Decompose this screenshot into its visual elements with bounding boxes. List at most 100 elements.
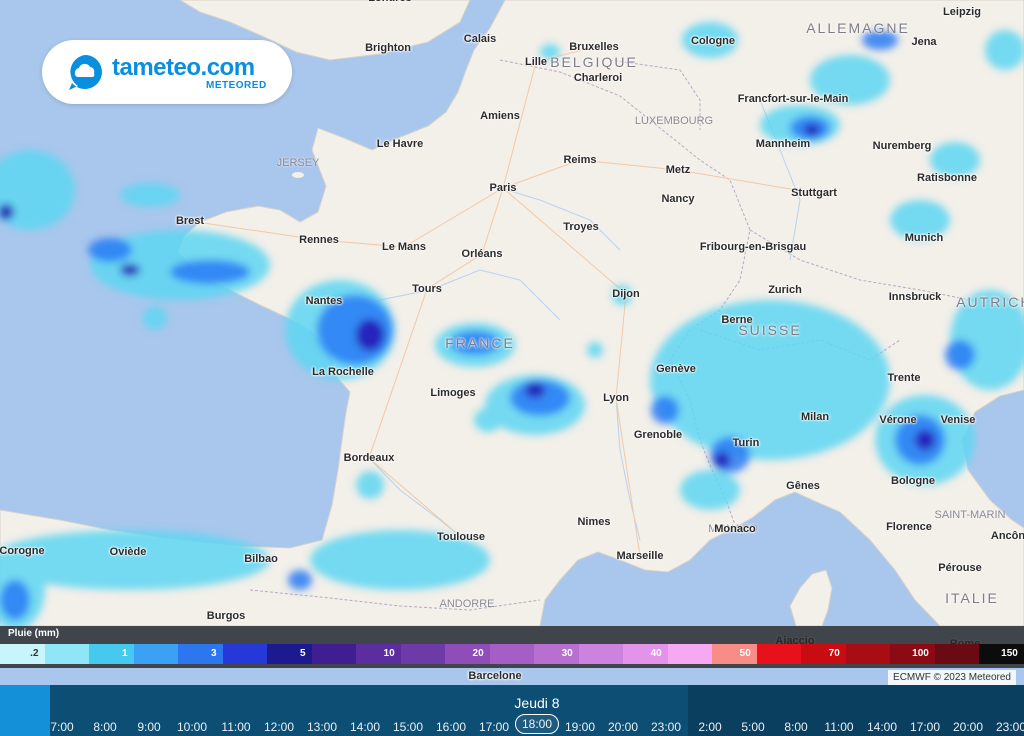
city-label: Barcelone: [468, 670, 522, 682]
timeline-hour[interactable]: 5:00: [741, 720, 764, 734]
legend-swatch: [756, 644, 802, 664]
city-label: Francfort-sur-le-Main: [737, 93, 849, 105]
legend-swatch: .2: [0, 644, 45, 664]
legend-swatch: 5: [267, 644, 312, 664]
legend-swatch: 20: [445, 644, 490, 664]
brand-logo[interactable]: tameteo.com METEORED: [42, 40, 292, 104]
city-label: Bruxelles: [569, 41, 619, 53]
brand-name: tameteo.com: [112, 54, 255, 81]
city-label: Oviède: [109, 546, 147, 558]
timeline-hour[interactable]: 8:00: [93, 720, 116, 734]
legend-swatch: 100: [890, 644, 935, 664]
legend-swatch: [311, 644, 357, 664]
timeline-hour[interactable]: 13:00: [307, 720, 337, 734]
city-label: Pérouse: [938, 562, 982, 574]
timeline-hour[interactable]: 16:00: [436, 720, 466, 734]
city-label: Charleroi: [573, 72, 623, 84]
city-label: Jena: [911, 36, 937, 48]
brand-subtitle: METEORED: [206, 80, 267, 91]
timeline-hour[interactable]: 17:00: [910, 720, 940, 734]
timeline-hour[interactable]: 23:00: [651, 720, 681, 734]
timeline-hour[interactable]: 7:00: [50, 720, 73, 734]
city-label: Turin: [732, 437, 760, 449]
city-label: Genève: [656, 363, 696, 375]
timeline-hour[interactable]: 14:00: [350, 720, 380, 734]
legend-swatch-label: 100: [912, 648, 929, 659]
cloud-bubble-icon: [69, 55, 102, 90]
city-label: Calais: [463, 33, 497, 45]
data-credit: ECMWF © 2023 Meteored: [888, 670, 1016, 685]
city-label: Nancy: [661, 193, 695, 205]
rain-legend: Pluie (mm) .2 1 3 5 10 20 30 40 50 70 100 150: [0, 626, 1024, 668]
city-label: Innsbruck: [888, 291, 942, 303]
timeline-hour[interactable]: 17:00: [479, 720, 509, 734]
timeline-hour[interactable]: 12:00: [264, 720, 294, 734]
city-label: Troyes: [563, 221, 599, 233]
city-label: Londres: [368, 0, 411, 4]
legend-swatch-label: 10: [383, 648, 395, 659]
country-label: FRANCE: [445, 335, 515, 351]
region-label: SAINT-MARIN: [934, 509, 1006, 521]
city-label: Zurich: [768, 284, 802, 296]
timeline-hour[interactable]: 20:00: [953, 720, 983, 734]
legend-swatch: 50: [712, 644, 757, 664]
timeline-hour[interactable]: 11:00: [824, 720, 853, 734]
region-label: LUXEMBOURG: [634, 115, 714, 127]
timeline-hour[interactable]: 23:00: [996, 720, 1024, 734]
city-label: Milan: [800, 411, 830, 423]
city-label: Metz: [665, 164, 691, 176]
city-label: La Rochelle: [312, 366, 374, 378]
legend-swatch: [222, 644, 268, 664]
timeline-hour[interactable]: 14:00: [867, 720, 897, 734]
land-jersey: [292, 172, 304, 178]
timeline-hour-selected[interactable]: 18:00: [514, 714, 560, 734]
legend-swatch: [934, 644, 980, 664]
legend-swatch: [845, 644, 891, 664]
timeline-play-area[interactable]: [0, 685, 50, 736]
city-label: Ratisbonne: [917, 172, 977, 184]
legend-swatch: [44, 644, 90, 664]
city-label: Vérone: [879, 414, 917, 426]
timeline-hour[interactable]: 9:00: [137, 720, 160, 734]
city-label: Cologne: [691, 35, 735, 47]
city-label: Ancôn: [990, 530, 1024, 542]
legend-swatch: [400, 644, 446, 664]
timeline-hour[interactable]: 10:00: [177, 720, 207, 734]
city-label: Reims: [563, 154, 597, 166]
timeline-hour[interactable]: 20:00: [608, 720, 638, 734]
city-label: Tours: [412, 283, 442, 295]
city-label: Bordeaux: [343, 452, 395, 464]
timeline-hour[interactable]: 8:00: [784, 720, 807, 734]
timeline-hour[interactable]: 11:00: [221, 720, 250, 734]
city-label: Berne: [721, 314, 753, 326]
timeline-hour[interactable]: 2:00: [698, 720, 721, 734]
timeline-bar[interactable]: Jeudi 8 7:00 8:00 9:00 10:00 11:00 12:00 13:00…: [0, 685, 1024, 736]
country-label: AUTRICHE: [956, 294, 1024, 310]
legend-swatch-label: 70: [828, 648, 840, 659]
city-label: Brighton: [365, 42, 411, 54]
country-label: BELGIQUE: [550, 54, 638, 70]
city-label: Toulouse: [436, 531, 486, 543]
city-label: Lille: [524, 56, 548, 68]
city-label: Nimes: [577, 516, 611, 528]
city-label: Mannheim: [755, 138, 811, 150]
city-label: Dijon: [612, 288, 640, 300]
city-label: Bologne: [891, 475, 935, 487]
region-label: ANDORRE: [439, 598, 495, 610]
timeline-hour[interactable]: 19:00: [565, 720, 595, 734]
city-label: Lyon: [603, 392, 629, 404]
legend-swatch: [133, 644, 179, 664]
city-label: Leipzig: [943, 6, 981, 18]
timeline-hour[interactable]: 15:00: [393, 720, 423, 734]
legend-swatch-label: 40: [650, 648, 662, 659]
legend-swatch-label: 1: [121, 648, 128, 659]
legend-swatch: 70: [801, 644, 846, 664]
city-label: Le Mans: [381, 241, 427, 253]
city-label: Munich: [904, 232, 944, 244]
city-label: Limoges: [430, 387, 476, 399]
city-label: Gênes: [786, 480, 820, 492]
city-label: Paris: [489, 182, 517, 194]
city-label: Orléans: [461, 248, 503, 260]
country-label: ITALIE: [945, 590, 999, 606]
city-label: Trente: [887, 372, 921, 384]
